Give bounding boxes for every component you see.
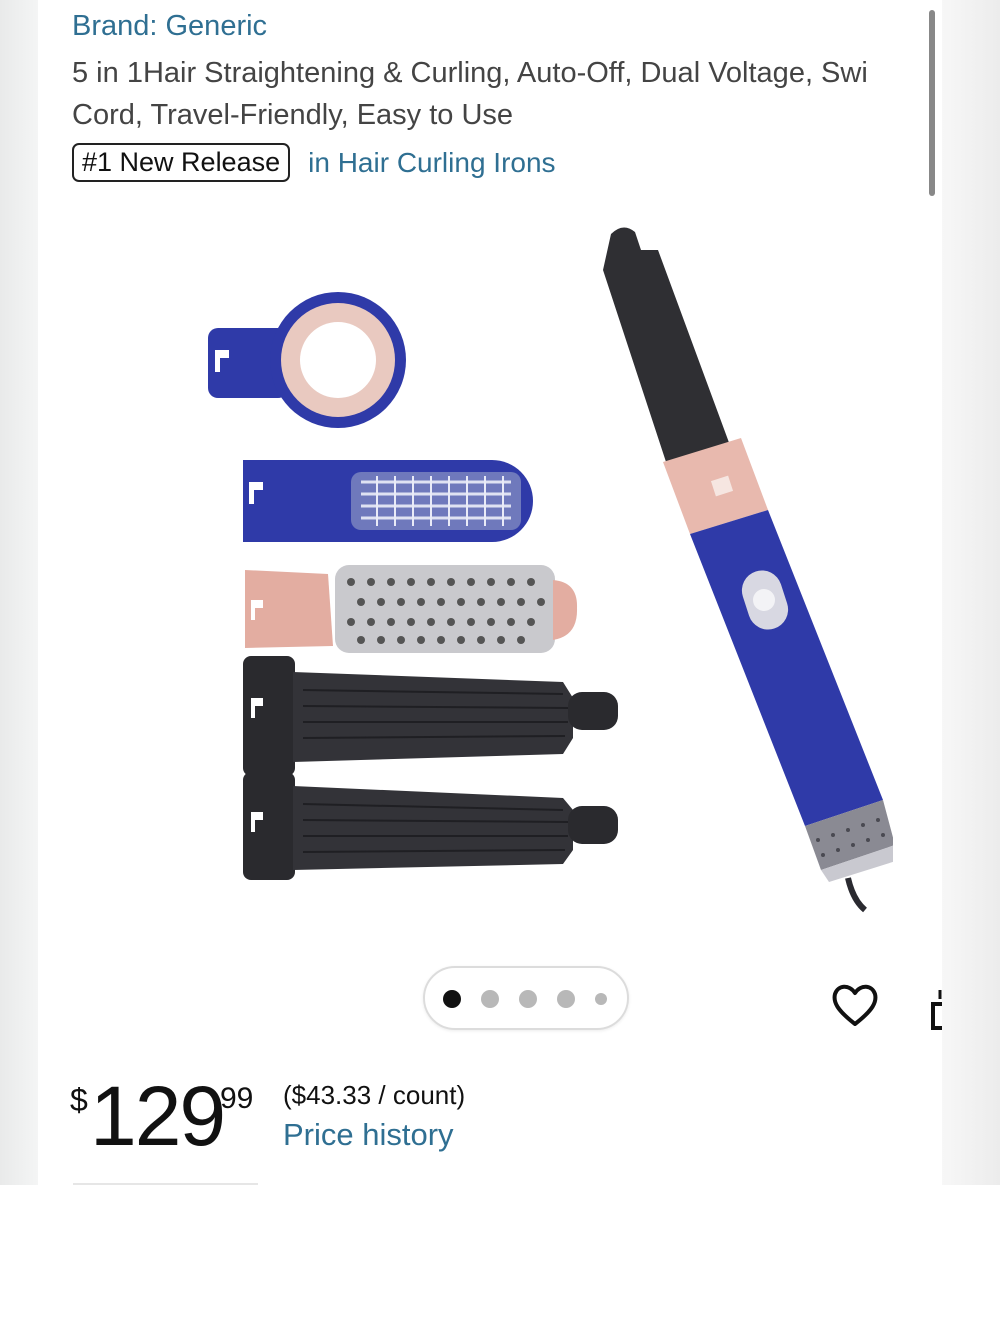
carousel-dot-5[interactable]	[595, 993, 607, 1005]
carousel-dot-3[interactable]	[519, 990, 537, 1008]
round-brush-attachment	[245, 565, 578, 653]
left-margin	[0, 0, 38, 1185]
product-image[interactable]	[193, 210, 893, 930]
product-page: Brand: Generic 5 in 1Hair Straightening …	[38, 0, 942, 1185]
price-history-link[interactable]: Price history	[283, 1117, 454, 1153]
price-currency: $	[70, 1082, 88, 1118]
section-divider	[73, 1183, 258, 1185]
curling-barrel-attachment-2	[243, 772, 618, 880]
styler-handle	[603, 227, 893, 913]
carousel-dot-1[interactable]	[443, 990, 461, 1008]
carousel-dot-2[interactable]	[481, 990, 499, 1008]
image-carousel-indicator[interactable]	[423, 966, 629, 1030]
price-fraction: 99	[220, 1082, 254, 1115]
diffuser-attachment	[208, 292, 406, 428]
new-release-badge[interactable]: #1 New Release	[72, 143, 291, 182]
brand-link[interactable]: Brand: Generic	[72, 10, 267, 43]
scrollbar[interactable]	[929, 10, 935, 196]
badge-category-link[interactable]: in Hair Curling Irons	[308, 147, 555, 179]
product-title-line-1: 5 in 1Hair Straightening & Curling, Auto…	[72, 57, 868, 89]
heart-icon[interactable]	[831, 982, 879, 1028]
carousel-dot-4[interactable]	[557, 990, 575, 1008]
curling-barrel-attachment-1	[243, 656, 618, 776]
unit-price: ($43.33 / count)	[283, 1080, 466, 1110]
product-title: 5 in 1Hair Straightening & Curling, Auto…	[72, 52, 942, 136]
bestseller-badge-row: #1 New Release in Hair Curling Irons	[72, 143, 556, 182]
share-icon[interactable]	[930, 990, 942, 1030]
price-whole: 129	[90, 1069, 226, 1163]
right-margin	[942, 0, 1000, 1185]
paddle-brush-attachment	[243, 460, 533, 542]
product-title-line-2: Cord, Travel-Friendly, Easy to Use	[72, 99, 514, 131]
